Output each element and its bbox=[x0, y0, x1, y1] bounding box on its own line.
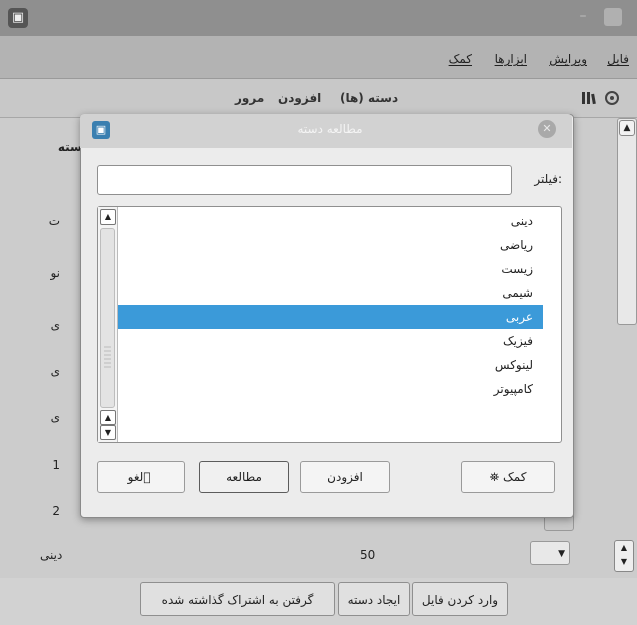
list-item[interactable]: ریاضی bbox=[118, 233, 543, 257]
menubar: فایل ویرایش ابزارها کمک bbox=[0, 36, 637, 79]
add-button[interactable]: افزودن bbox=[300, 461, 390, 493]
tab-browse[interactable]: مرور bbox=[235, 91, 264, 105]
category-list[interactable]: دینی ریاضی زیست شیمی عربی فیزیک لینوکس ک… bbox=[97, 206, 562, 443]
scroll-down-icon[interactable]: ▼ bbox=[100, 425, 116, 440]
import-file-button[interactable]: وارد کردن فایل bbox=[412, 582, 508, 616]
cancel-button[interactable]: لغو ⃠ bbox=[97, 461, 185, 493]
row-count: 50 bbox=[360, 548, 376, 562]
menu-file[interactable]: فایل bbox=[607, 52, 629, 66]
row-spinner[interactable]: ▲ ▼ bbox=[614, 540, 634, 572]
scroll-up-icon[interactable]: ▲ bbox=[619, 120, 635, 136]
background-row: ت bbox=[48, 214, 60, 228]
help-button-label: کمک bbox=[503, 470, 527, 484]
list-item[interactable]: لینوکس bbox=[118, 353, 543, 377]
window-titlebar[interactable]: ▣ – bbox=[0, 0, 637, 36]
help-icon: ⛯ bbox=[489, 470, 500, 484]
background-scrollbar[interactable] bbox=[617, 118, 637, 325]
dialog-close-icon[interactable]: ✕ bbox=[538, 120, 556, 138]
list-item[interactable]: زیست bbox=[118, 257, 543, 281]
scroll-up-icon[interactable]: ▲ bbox=[100, 410, 116, 425]
toolbar-icons bbox=[580, 89, 624, 107]
list-item[interactable]: فیزیک bbox=[118, 329, 543, 353]
dialog-title: مطالعه دسته bbox=[297, 122, 363, 136]
row-dropdown[interactable]: ▼ bbox=[530, 541, 570, 565]
tab-categories[interactable]: دسته (ها) bbox=[340, 91, 398, 105]
study-button[interactable]: مطالعه bbox=[199, 461, 289, 493]
list-item-selected[interactable]: عربی bbox=[118, 305, 543, 329]
table-row: دینی 50 bbox=[40, 548, 580, 570]
background-row: 2 bbox=[52, 504, 60, 518]
library-icon[interactable] bbox=[580, 89, 624, 107]
help-button[interactable]: ⛯ کمک bbox=[461, 461, 555, 493]
scrollbar-thumb[interactable] bbox=[100, 228, 115, 408]
dialog-app-icon: ▣ bbox=[92, 121, 110, 139]
list-item[interactable]: شیمی bbox=[118, 281, 543, 305]
menu-tools[interactable]: ابزارها bbox=[495, 52, 527, 66]
filter-input[interactable] bbox=[97, 165, 512, 195]
background-row: ی bbox=[50, 318, 60, 332]
minimize-icon[interactable]: – bbox=[575, 8, 591, 24]
close-window-button[interactable] bbox=[604, 8, 622, 26]
background-row: 1 bbox=[52, 458, 60, 472]
scroll-up-icon[interactable]: ▲ bbox=[100, 209, 116, 225]
background-row: ی bbox=[50, 410, 60, 424]
create-category-button[interactable]: ایجاد دسته bbox=[338, 582, 410, 616]
scrollbar-grip-icon bbox=[104, 346, 111, 368]
filter-label: فیلتر: bbox=[534, 172, 562, 186]
get-shared-button[interactable]: گرفتن به اشتراک گذاشته شده bbox=[140, 582, 335, 616]
list-item[interactable]: کامپیوتر bbox=[118, 377, 543, 401]
background-row: ی bbox=[50, 364, 60, 378]
cancel-button-label: لغو bbox=[127, 470, 144, 484]
background-row: نو bbox=[50, 266, 60, 280]
row-category: دینی bbox=[40, 548, 63, 562]
list-item[interactable]: دینی bbox=[118, 209, 543, 233]
tab-add[interactable]: افزودن bbox=[278, 91, 321, 105]
menu-edit[interactable]: ویرایش bbox=[549, 52, 587, 66]
toolbar: دسته (ها) افزودن مرور bbox=[0, 79, 637, 118]
app-icon: ▣ bbox=[8, 8, 28, 28]
menu-help[interactable]: کمک bbox=[449, 52, 472, 66]
